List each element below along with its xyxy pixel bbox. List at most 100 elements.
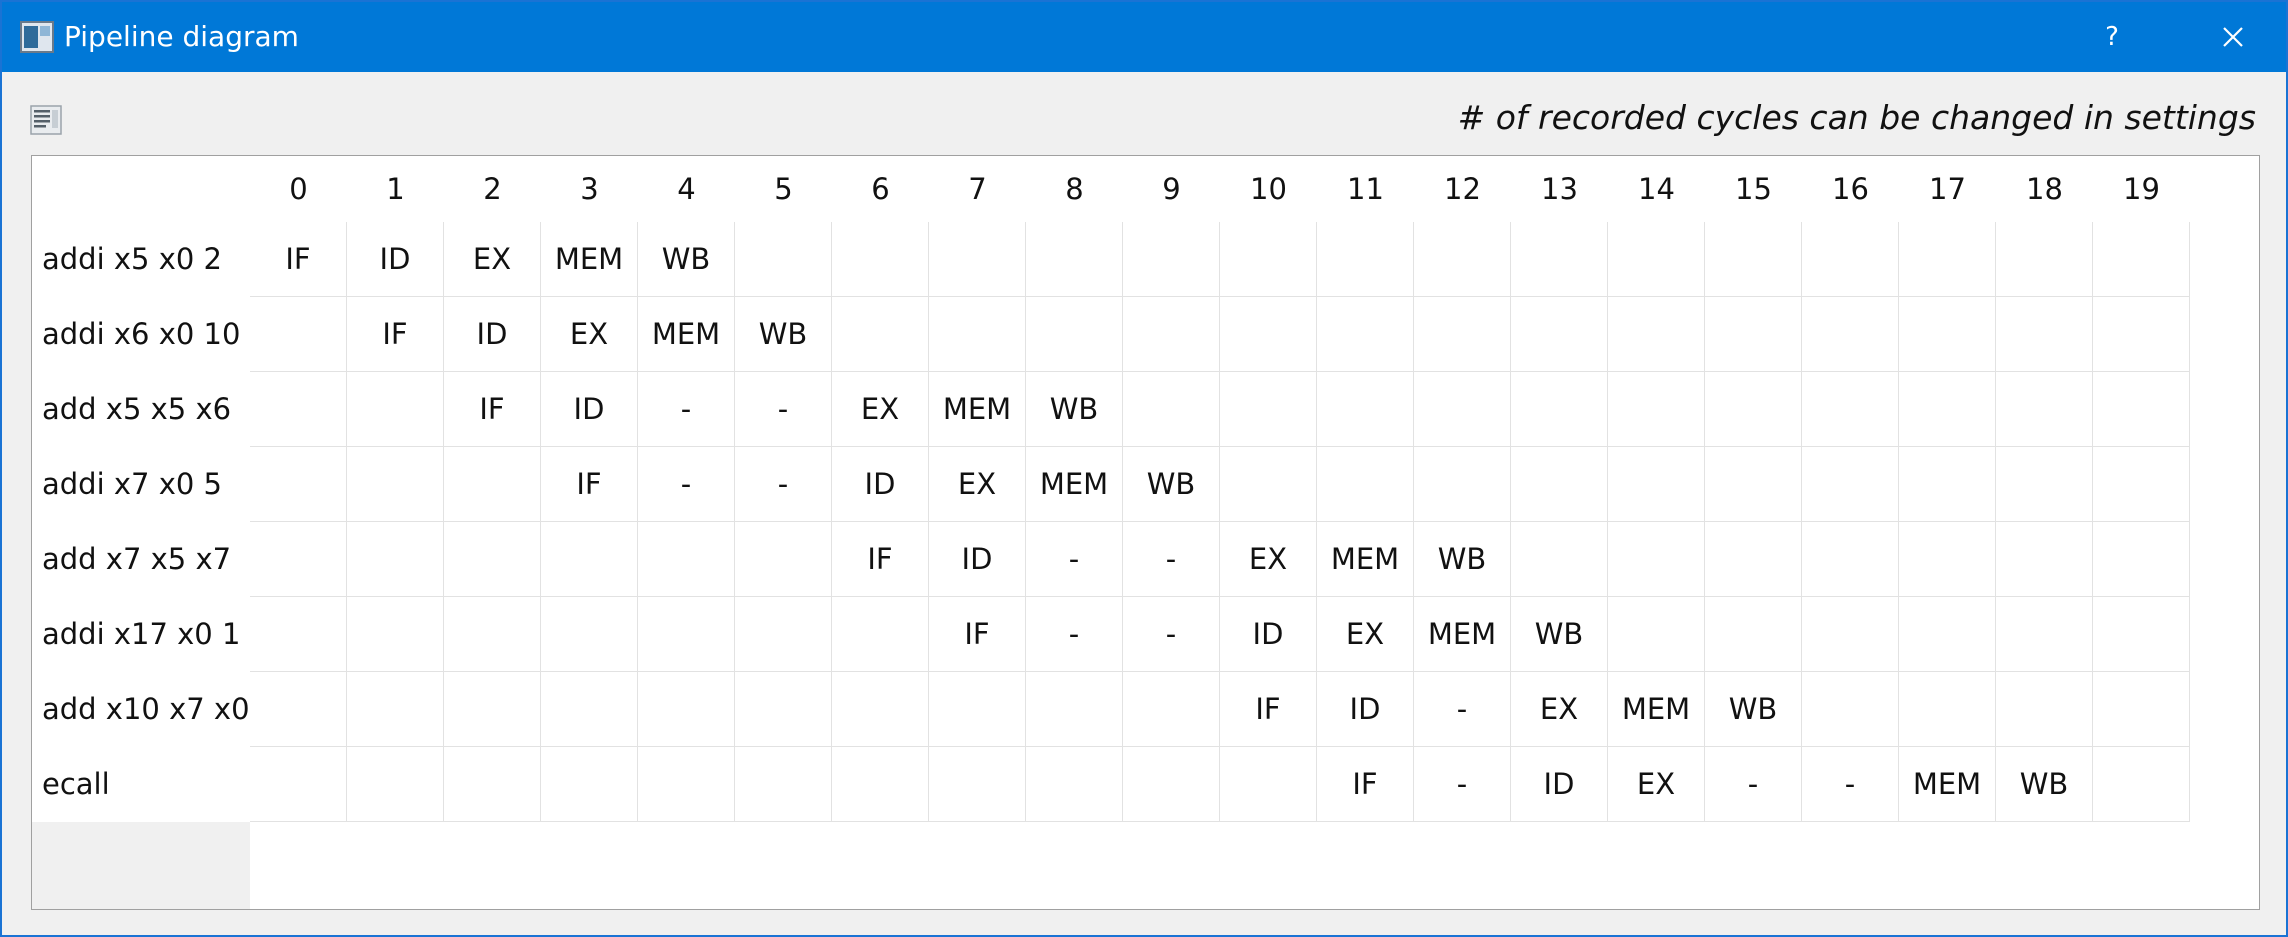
stage-cell[interactable]: ID <box>929 522 1026 597</box>
stage-cell[interactable] <box>541 522 638 597</box>
stage-cell[interactable] <box>1996 522 2093 597</box>
stage-cell[interactable]: WB <box>638 222 735 297</box>
stage-cell[interactable] <box>1511 372 1608 447</box>
stage-cell[interactable]: WB <box>1996 747 2093 822</box>
stage-cell[interactable] <box>2093 597 2190 672</box>
stage-cell[interactable] <box>250 597 347 672</box>
stage-cell[interactable] <box>638 597 735 672</box>
stage-cell[interactable]: IF <box>832 522 929 597</box>
close-button[interactable] <box>2198 2 2268 72</box>
stage-cell[interactable] <box>541 672 638 747</box>
stage-cell[interactable] <box>347 372 444 447</box>
stage-cell[interactable]: - <box>638 372 735 447</box>
title-bar[interactable]: Pipeline diagram ? <box>2 2 2286 72</box>
stage-cell[interactable]: EX <box>832 372 929 447</box>
stage-cell[interactable] <box>1220 747 1317 822</box>
stage-cell[interactable]: WB <box>735 297 832 372</box>
stage-cell[interactable] <box>1026 222 1123 297</box>
stage-cell[interactable] <box>347 522 444 597</box>
stage-cell[interactable] <box>1705 522 1802 597</box>
stage-cell[interactable] <box>1608 522 1705 597</box>
stage-cell[interactable] <box>1802 447 1899 522</box>
stage-cell[interactable]: ID <box>541 372 638 447</box>
stage-cell[interactable] <box>541 597 638 672</box>
stage-cell[interactable] <box>2093 747 2190 822</box>
stage-cell[interactable] <box>1511 222 1608 297</box>
stage-cell[interactable]: IF <box>541 447 638 522</box>
stage-cell[interactable]: MEM <box>1026 447 1123 522</box>
stage-cell[interactable] <box>347 672 444 747</box>
stage-cell[interactable] <box>541 747 638 822</box>
stage-cell[interactable] <box>929 297 1026 372</box>
stage-cell[interactable]: IF <box>250 222 347 297</box>
stage-cell[interactable] <box>1608 222 1705 297</box>
stage-cell[interactable] <box>2093 672 2190 747</box>
stage-cell[interactable] <box>444 747 541 822</box>
stage-cell[interactable]: MEM <box>1317 522 1414 597</box>
stage-cell[interactable]: MEM <box>1608 672 1705 747</box>
stage-cell[interactable]: - <box>1802 747 1899 822</box>
stage-cell[interactable] <box>832 297 929 372</box>
stage-cell[interactable] <box>735 672 832 747</box>
stage-cell[interactable]: ID <box>347 222 444 297</box>
stage-cell[interactable] <box>1123 222 1220 297</box>
stage-cell[interactable] <box>1317 372 1414 447</box>
stage-cell[interactable]: MEM <box>638 297 735 372</box>
stage-cell[interactable]: WB <box>1705 672 1802 747</box>
stage-cell[interactable] <box>1899 672 1996 747</box>
stage-cell[interactable] <box>1705 447 1802 522</box>
document-list-icon[interactable] <box>30 105 62 135</box>
stage-cell[interactable]: ID <box>444 297 541 372</box>
stage-cell[interactable] <box>832 222 929 297</box>
stage-cell[interactable] <box>1996 222 2093 297</box>
stage-cell[interactable]: MEM <box>1899 747 1996 822</box>
stage-cell[interactable] <box>1802 522 1899 597</box>
stage-cell[interactable] <box>2093 372 2190 447</box>
stage-cell[interactable] <box>1802 597 1899 672</box>
stage-cell[interactable] <box>444 597 541 672</box>
stage-cell[interactable] <box>1705 297 1802 372</box>
stage-cell[interactable] <box>638 522 735 597</box>
stage-cell[interactable]: EX <box>541 297 638 372</box>
stage-cell[interactable]: IF <box>347 297 444 372</box>
stage-cell[interactable] <box>735 522 832 597</box>
stage-cell[interactable] <box>1123 672 1220 747</box>
stage-cell[interactable]: ID <box>1317 672 1414 747</box>
stage-cell[interactable] <box>1705 597 1802 672</box>
stage-cell[interactable] <box>1123 747 1220 822</box>
stage-cell[interactable]: - <box>1414 747 1511 822</box>
stage-cell[interactable] <box>1899 522 1996 597</box>
stage-cell[interactable] <box>929 672 1026 747</box>
stage-cell[interactable] <box>444 522 541 597</box>
stage-cell[interactable] <box>1220 372 1317 447</box>
stage-cell[interactable] <box>2093 522 2190 597</box>
stage-cell[interactable] <box>1414 447 1511 522</box>
stage-cell[interactable] <box>250 372 347 447</box>
stage-cell[interactable]: EX <box>1511 672 1608 747</box>
stage-cell[interactable]: - <box>1123 522 1220 597</box>
stage-cell[interactable] <box>1123 297 1220 372</box>
stage-cell[interactable]: WB <box>1414 522 1511 597</box>
stage-cell[interactable] <box>1899 597 1996 672</box>
stage-cell[interactable] <box>1996 297 2093 372</box>
stage-cell[interactable]: - <box>735 447 832 522</box>
stage-cell[interactable] <box>250 447 347 522</box>
stage-cell[interactable] <box>1220 297 1317 372</box>
stage-cell[interactable] <box>250 747 347 822</box>
stage-cell[interactable] <box>929 747 1026 822</box>
stage-cell[interactable] <box>1608 597 1705 672</box>
stage-cell[interactable]: IF <box>1317 747 1414 822</box>
stage-cell[interactable] <box>2093 447 2190 522</box>
stage-cell[interactable] <box>1317 222 1414 297</box>
stage-cell[interactable] <box>735 222 832 297</box>
stage-cell[interactable]: - <box>638 447 735 522</box>
stage-cell[interactable] <box>832 597 929 672</box>
stage-cell[interactable] <box>250 672 347 747</box>
stage-cell[interactable]: IF <box>444 372 541 447</box>
stage-cell[interactable] <box>2093 297 2190 372</box>
stage-cell[interactable]: ID <box>1220 597 1317 672</box>
stage-cell[interactable] <box>832 672 929 747</box>
stage-cell[interactable] <box>1220 222 1317 297</box>
stage-cell[interactable] <box>347 747 444 822</box>
stage-cell[interactable]: WB <box>1026 372 1123 447</box>
